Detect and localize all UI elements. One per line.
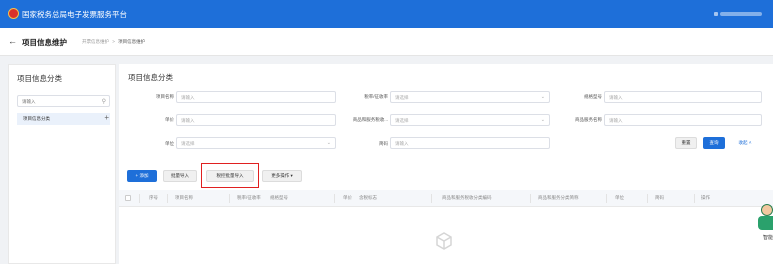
user-account[interactable]: [720, 12, 762, 16]
add-category-icon[interactable]: +: [104, 113, 109, 122]
column-divider: [606, 194, 607, 203]
category-search[interactable]: ⚲: [17, 95, 110, 107]
tax-code-label: 商品和服务税收...: [352, 117, 388, 122]
breadcrumb-item-invoice-info[interactable]: 开票信息维护: [82, 39, 109, 44]
column-divider: [229, 194, 230, 203]
unit-price-input[interactable]: 请输入: [176, 114, 336, 126]
select-all-checkbox[interactable]: [125, 195, 131, 201]
chevron-down-icon: ⌄: [540, 94, 545, 100]
tree-item-label: 项目信息分类: [23, 116, 50, 121]
tax-rate-select[interactable]: 请选择 ⌄: [390, 91, 550, 103]
search-icon[interactable]: ⚲: [102, 98, 106, 105]
tax-rate-label: 税率/征收率: [364, 94, 388, 99]
column-divider: [431, 194, 432, 203]
category-panel: 项目信息分类 ⚲ 项目信息分类 +: [8, 64, 116, 264]
abbr-label: 简码: [379, 141, 388, 146]
more-actions-label: 更多操作: [271, 173, 290, 178]
chevron-up-icon: ˄: [748, 140, 752, 145]
column-divider: [167, 194, 168, 203]
col-header-abbr: 简码: [655, 195, 664, 200]
col-header-spec-model: 规格型号: [270, 195, 288, 200]
tax-code-select[interactable]: 请选择 ⌄: [390, 114, 550, 126]
unit-select[interactable]: 请选择 ⌄: [176, 137, 336, 149]
tree-item-category[interactable]: 项目信息分类 +: [17, 113, 110, 125]
chevron-down-icon: ⌄: [540, 117, 545, 123]
unit-label: 单位: [165, 141, 174, 146]
column-divider: [530, 194, 531, 203]
platform-title: 国家税务总局电子发票服务平台: [22, 10, 127, 19]
item-name-label: 项目名称: [156, 94, 174, 99]
tax-emblem-icon: [8, 8, 19, 19]
column-divider: [647, 194, 648, 203]
assistant-avatar-icon: [761, 204, 773, 216]
top-bar: 国家税务总局电子发票服务平台: [0, 0, 773, 28]
col-header-unit: 单位: [615, 195, 624, 200]
assistant-label: 智能: [763, 235, 773, 241]
caret-down-icon: ▾: [290, 173, 293, 178]
col-header-tax-code: 商品和服务税收分类编码: [442, 195, 492, 200]
category-search-input[interactable]: [22, 98, 96, 105]
goods-name-input[interactable]: 请输入: [604, 114, 762, 126]
goods-name-label: 商品服务名称: [575, 117, 602, 122]
col-header-category-abbr: 商品和服务分类简称: [538, 195, 579, 200]
add-button-label: 添加: [139, 173, 149, 178]
unit-price-label: 单价: [165, 117, 174, 122]
column-divider: [694, 194, 695, 203]
abbr-input[interactable]: 请输入: [390, 137, 550, 149]
spec-model-input[interactable]: 请输入: [604, 91, 762, 103]
col-header-tax-flag: 含税标志: [359, 195, 377, 200]
column-divider: [334, 194, 335, 203]
highlight-box: [201, 163, 259, 188]
table-header: 序号 项目名称 税率/征收率 规格型号 单价 含税标志 商品和服务税收分类编码 …: [119, 190, 773, 207]
col-header-actions: 操作: [701, 195, 710, 200]
empty-box-icon: [436, 232, 452, 250]
col-header-tax-rate: 税率/征收率: [237, 195, 261, 200]
back-arrow-icon[interactable]: ←: [8, 36, 17, 46]
column-divider: [139, 194, 140, 203]
batch-import-button[interactable]: 批量导入: [163, 170, 197, 182]
breadcrumb-separator: >: [112, 39, 115, 44]
collapse-button[interactable]: 收起 ˄: [733, 137, 757, 149]
plus-icon: +: [135, 173, 139, 178]
user-icon[interactable]: [714, 12, 718, 16]
col-header-index: 序号: [149, 195, 158, 200]
spec-model-label: 规格型号: [584, 94, 602, 99]
chevron-down-icon: ⌄: [326, 140, 331, 146]
collapse-label: 收起: [738, 140, 748, 145]
add-button[interactable]: + 添加: [127, 170, 157, 182]
smart-assistant[interactable]: 智能: [758, 204, 773, 244]
category-panel-title: 项目信息分类: [17, 74, 62, 83]
more-actions-button[interactable]: 更多操作 ▾: [262, 170, 302, 182]
page-title: 项目信息维护: [22, 38, 67, 47]
item-name-input[interactable]: 请输入: [176, 91, 336, 103]
assistant-body: [758, 216, 773, 230]
breadcrumb: 开票信息维护 > 项目信息维护: [82, 39, 147, 45]
col-header-item-name: 项目名称: [175, 195, 193, 200]
query-button[interactable]: 查询: [703, 137, 725, 149]
main-title: 项目信息分类: [128, 73, 173, 82]
page-header: ← 项目信息维护 开票信息维护 > 项目信息维护: [0, 28, 773, 56]
reset-button[interactable]: 重置: [675, 137, 697, 149]
col-header-unit-price: 单价: [343, 195, 352, 200]
breadcrumb-item-current: 项目信息维护: [118, 39, 146, 44]
